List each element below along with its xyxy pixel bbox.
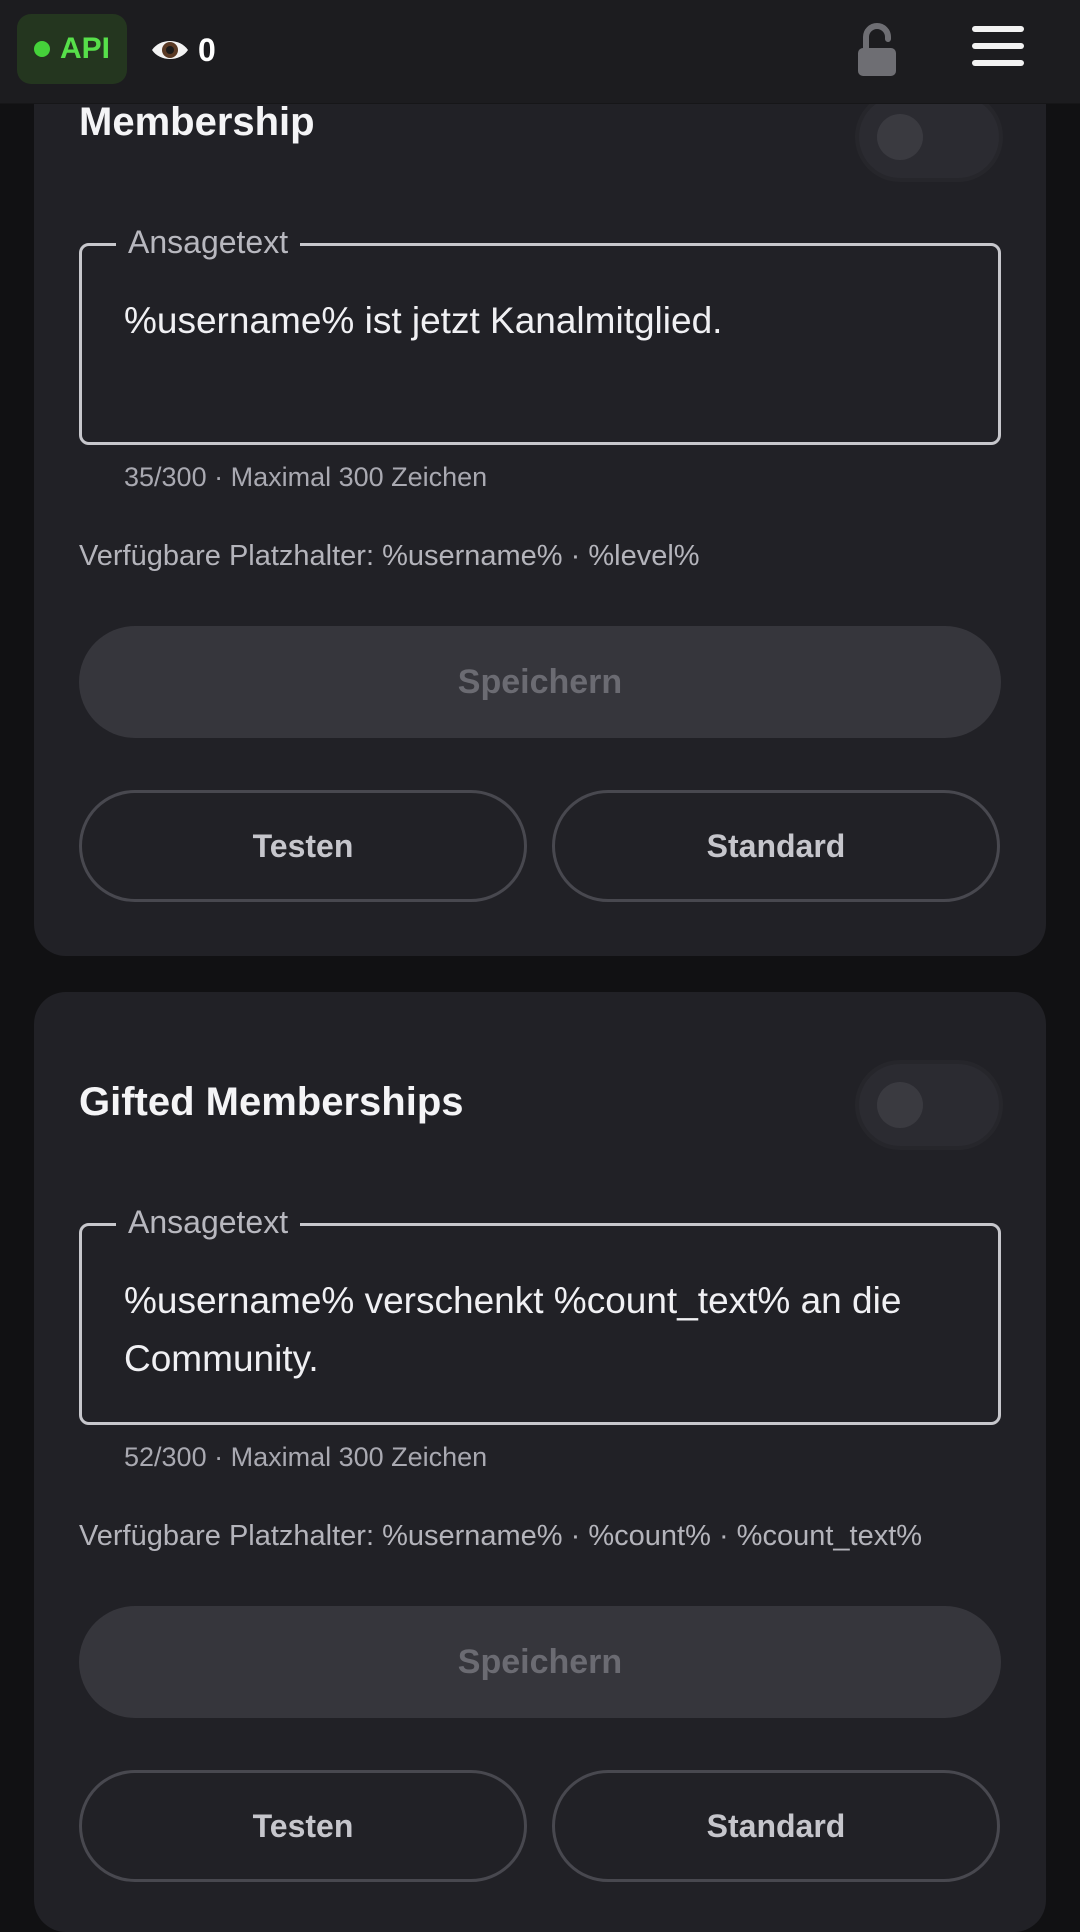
card-title: Gifted Memberships (79, 1080, 464, 1124)
membership-card: Membership Ansagetext %username% ist jet… (34, 40, 1046, 956)
default-button[interactable]: Standard (552, 790, 1000, 902)
gifted-memberships-toggle[interactable] (855, 1060, 1003, 1150)
save-button[interactable]: Speichern (79, 1606, 1001, 1718)
default-button[interactable]: Standard (552, 1770, 1000, 1882)
card-title: Membership (79, 100, 315, 144)
save-button[interactable]: Speichern (79, 626, 1001, 738)
hamburger-menu-icon[interactable] (972, 26, 1030, 72)
available-placeholders: Verfügbare Platzhalter: %username% · %le… (79, 540, 700, 572)
api-status-badge[interactable]: API (17, 14, 127, 84)
char-counter: 52/300 · Maximal 300 Zeichen (124, 1442, 488, 1472)
unlock-icon (858, 23, 896, 76)
api-label: API (59, 32, 110, 65)
field-value[interactable]: %username% verschenkt %count_text% an di… (124, 1272, 956, 1388)
status-dot-icon (33, 41, 50, 57)
gifted-memberships-card: Gifted Memberships Ansagetext %username%… (34, 992, 1046, 1932)
char-counter: 35/300 · Maximal 300 Zeichen (124, 462, 488, 492)
announcement-text-field[interactable]: Ansagetext %username% verschenkt %count_… (79, 1200, 1001, 1425)
toggle-knob (877, 1082, 923, 1128)
field-label: Ansagetext (116, 1200, 301, 1244)
test-button[interactable]: Testen (79, 1770, 527, 1882)
announcement-text-field[interactable]: Ansagetext %username% ist jetzt Kanalmit… (79, 220, 1001, 445)
membership-toggle[interactable] (855, 92, 1003, 182)
test-button[interactable]: Testen (79, 790, 527, 902)
lock-button[interactable] (852, 22, 902, 78)
available-placeholders: Verfügbare Platzhalter: %username% · %co… (79, 1520, 923, 1552)
toggle-knob (877, 114, 923, 160)
top-bar: API 0 (0, 0, 1080, 104)
field-label: Ansagetext (116, 220, 301, 264)
field-value[interactable]: %username% ist jetzt Kanalmitglied. (124, 292, 956, 350)
eye-icon (152, 41, 188, 59)
viewer-counter: 0 (150, 24, 216, 76)
viewer-count: 0 (198, 31, 216, 68)
